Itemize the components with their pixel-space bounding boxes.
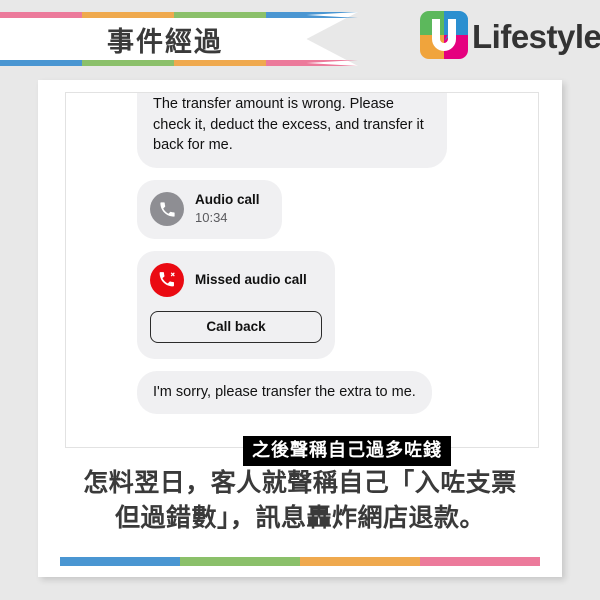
- phone-icon: [150, 192, 184, 227]
- stripe-bottom-2: [82, 60, 174, 66]
- bottom-bar-segment-4: [420, 557, 540, 566]
- caption-line-2: 但過錯數」，訊息轟炸網店退款。: [114, 503, 485, 532]
- message-bubble: I'm sorry, please transfer the extra to …: [137, 370, 432, 415]
- chat-row-audio-call[interactable]: Audio call 10:34: [74, 179, 530, 239]
- brand-logo: Lifestyle: [420, 11, 600, 59]
- bottom-bar-segment-1: [60, 557, 180, 566]
- missed-call-title: Missed audio call: [195, 272, 307, 287]
- chat-row-message-1: The transfer amount is wrong. Please che…: [74, 93, 530, 168]
- audio-call-title: Audio call: [195, 191, 260, 207]
- stripe-bottom-1: [0, 60, 82, 66]
- page-title: 事件經過: [107, 26, 223, 57]
- chat-row-missed-call: Missed audio call Call back: [74, 250, 530, 359]
- audio-call-time: 10:34: [195, 209, 228, 225]
- bottom-color-bar: [60, 557, 540, 566]
- call-back-button[interactable]: Call back: [150, 310, 322, 343]
- chat-row-message-2: I'm sorry, please transfer the extra to …: [74, 370, 530, 415]
- page-header: 事件經過 Lifestyle: [0, 0, 600, 76]
- u-lifestyle-logo-icon: [420, 11, 468, 59]
- ribbon-stripe-bottom: [0, 60, 358, 66]
- stripe-bottom-3: [174, 60, 266, 66]
- bottom-caption: 怎料翌日，客人就聲稱自己「入咗支票 但過錯數」，訊息轟炸網店退款。: [38, 466, 562, 535]
- screenshot-root: 事件經過 Lifestyle The transfer amount is wr…: [0, 0, 600, 600]
- audio-call-card[interactable]: Audio call 10:34: [137, 179, 282, 239]
- chat-screenshot-panel: The transfer amount is wrong. Please che…: [65, 92, 539, 448]
- logo-wordmark: Lifestyle: [472, 18, 600, 55]
- overlay-caption-chip: 之後聲稱自己過多咗錢: [243, 436, 451, 466]
- missed-call-card: Missed audio call Call back: [137, 250, 335, 359]
- bottom-bar-segment-3: [300, 557, 420, 566]
- bottom-bar-segment-2: [180, 557, 300, 566]
- message-bubble: The transfer amount is wrong. Please che…: [137, 93, 447, 168]
- missed-phone-icon: [150, 262, 184, 297]
- caption-line-1: 怎料翌日，客人就聲稱自己「入咗支票: [83, 469, 517, 497]
